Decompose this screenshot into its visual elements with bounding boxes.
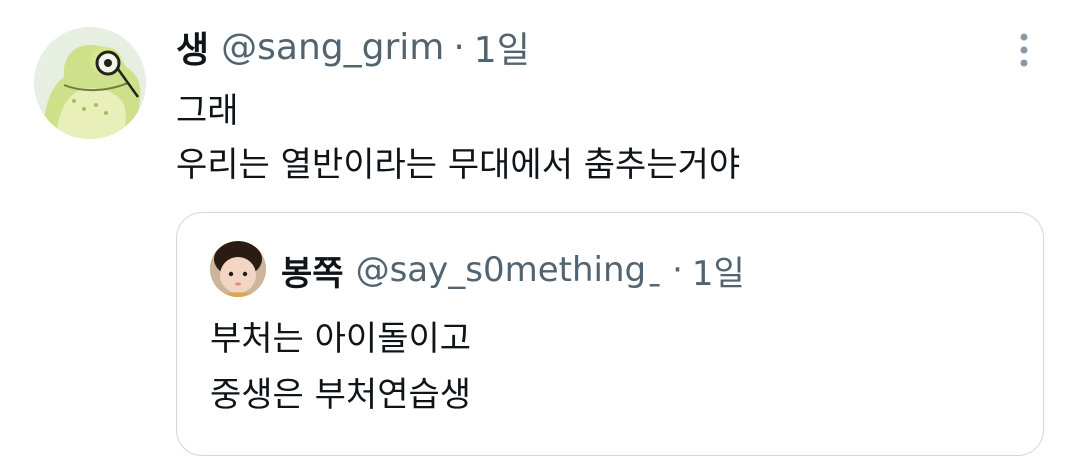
quoted-user-avatar[interactable] xyxy=(210,241,266,297)
tweet-header: 생 @sang_grim · 1일 xyxy=(176,22,530,72)
quoted-tweet-text-line: 중생은 부처연습생 xyxy=(210,375,472,415)
separator-dot: · xyxy=(672,250,683,290)
child-avatar-icon xyxy=(210,241,266,297)
more-options-button[interactable] xyxy=(1012,30,1036,70)
quoted-tweet[interactable]: 봉쪽 @say_s0methingˍ · 1일 부처는 아이돌이고 중생은 부처… xyxy=(176,212,1044,456)
display-name[interactable]: 생 xyxy=(176,21,209,73)
quoted-user-handle[interactable]: @say_s0methingˍ xyxy=(356,250,664,290)
frog-avatar-icon xyxy=(34,27,146,139)
separator-dot: · xyxy=(453,26,465,68)
tweet-text-line: 우리는 열반이라는 무대에서 춤추는거야 xyxy=(176,145,741,185)
quoted-tweet-header: 봉쪽 @say_s0methingˍ · 1일 xyxy=(281,245,745,295)
tweet-text: 그래 우리는 열반이라는 무대에서 춤추는거야 xyxy=(176,84,740,192)
tweet[interactable]: 생 @sang_grim · 1일 그래 우리는 열반이라는 무대에서 춤추는거… xyxy=(0,0,1080,470)
user-avatar[interactable] xyxy=(34,27,146,139)
more-vertical-icon xyxy=(1020,33,1028,67)
quoted-timestamp[interactable]: 1일 xyxy=(692,246,745,295)
quoted-tweet-text-line: 부처는 아이돌이고 xyxy=(210,319,472,359)
tweet-text-line: 그래 xyxy=(176,91,239,131)
quoted-tweet-text: 부처는 아이돌이고 중생은 부처연습생 xyxy=(210,311,471,423)
timestamp[interactable]: 1일 xyxy=(474,21,530,73)
quoted-display-name[interactable]: 봉쪽 xyxy=(281,246,344,295)
user-handle[interactable]: @sang_grim xyxy=(221,27,444,68)
